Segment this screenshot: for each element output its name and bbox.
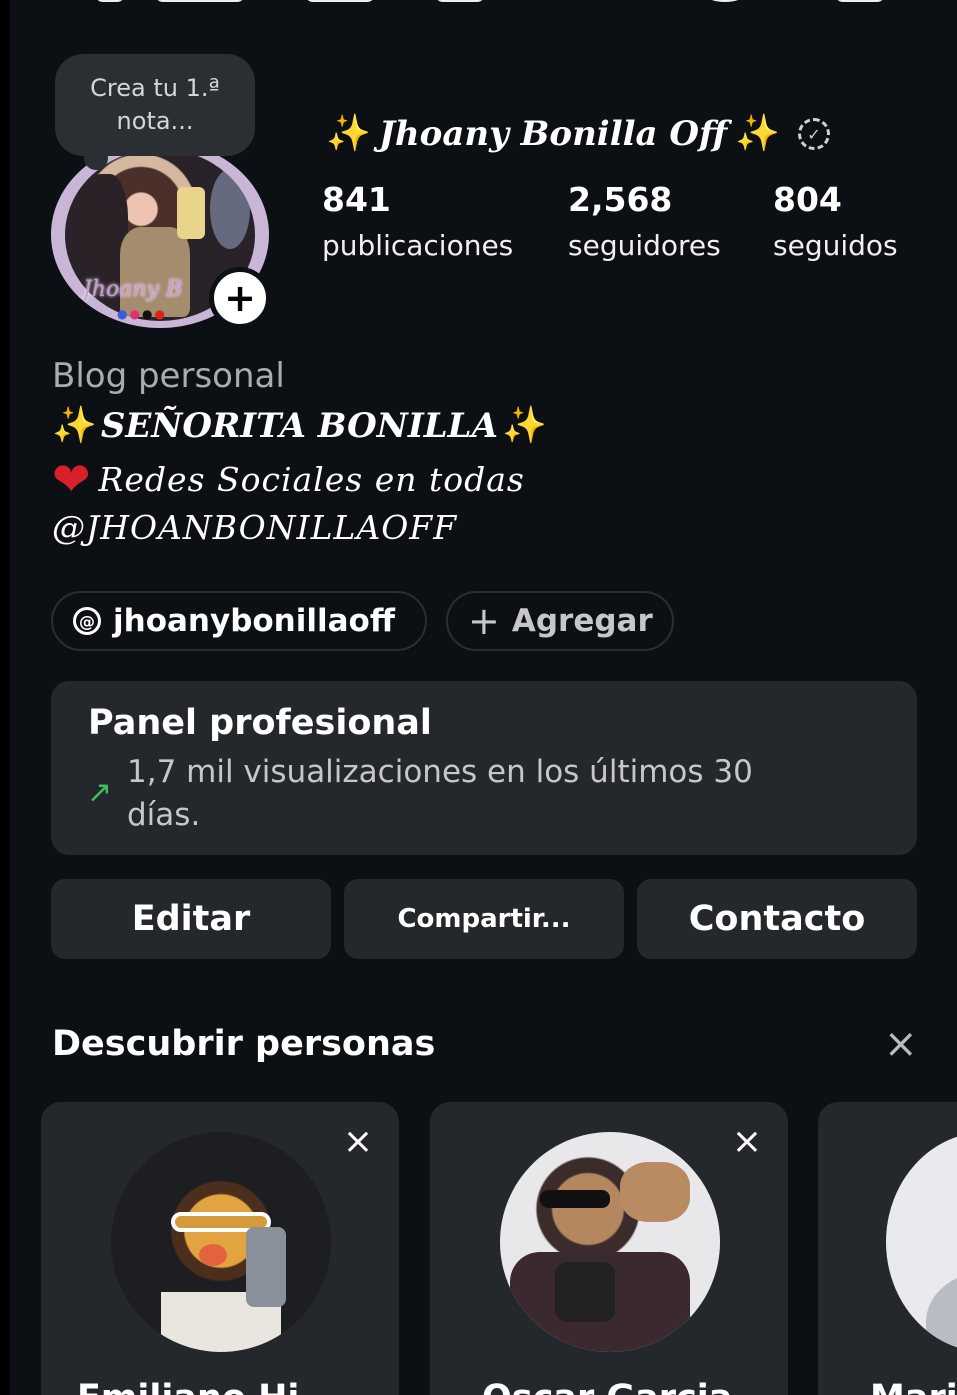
threads-icon: @: [73, 607, 101, 635]
stat-posts[interactable]: 841 publicaciones: [322, 176, 513, 268]
stat-followers-value: 2,568: [568, 180, 673, 219]
bio-line3: @JHOANBONILLAOFF: [52, 508, 458, 547]
suggestion-name: Mari...: [870, 1378, 957, 1395]
avatar-social-icons: ●●●●: [117, 307, 167, 321]
dashboard-title: Panel profesional: [88, 703, 432, 743]
stat-following-value: 804: [773, 180, 842, 219]
add-story-plus-icon[interactable]: +: [209, 267, 271, 329]
stat-followers-label: seguidores: [568, 229, 721, 262]
suggestion-name: Emiliano Hi...: [77, 1378, 339, 1395]
discover-people-title: Descubrir personas: [52, 1024, 436, 1064]
add-link-chip[interactable]: + Agregar: [446, 591, 674, 651]
threads-handle: jhoanybonillaoff: [113, 603, 395, 639]
threads-link-chip[interactable]: @ jhoanybonillaoff: [51, 591, 427, 651]
sparkle-icon: ✨: [735, 113, 780, 154]
add-link-label: Agregar: [511, 603, 653, 639]
note-line2: nota...: [116, 107, 194, 135]
avatar-signature: Jhoany B: [83, 277, 183, 302]
stat-following[interactable]: 804 seguidos: [773, 176, 898, 268]
note-bubble[interactable]: Crea tu 1.ª nota...: [55, 54, 255, 156]
professional-dashboard-card[interactable]: Panel profesional ↗ 1,7 mil visualizacio…: [51, 681, 917, 855]
dismiss-close-icon[interactable]: ×: [732, 1124, 762, 1160]
suggestion-avatar[interactable]: [500, 1132, 720, 1352]
verified-badge-icon[interactable]: ✓: [797, 118, 830, 150]
bio-line1-text: SEÑORITA BONILLA: [100, 406, 498, 446]
note-line1: Crea tu 1.ª: [90, 74, 220, 102]
stat-following-label: seguidos: [773, 229, 898, 262]
stat-posts-label: publicaciones: [322, 229, 514, 262]
bio-line2-text: Redes Sociales en todas: [98, 459, 525, 499]
top-header-cut: [95, 0, 885, 6]
dashboard-subtitle: 1,7 mil visualizaciones en los últimos 3…: [127, 754, 753, 833]
suggestion-card[interactable]: Mari...: [818, 1102, 957, 1395]
profile-page: Jhoany B ●●●● + Crea tu 1.ª nota... ✨ Jh…: [0, 0, 957, 1395]
sparkle-icon: ✨: [501, 405, 547, 446]
bio-line1: ✨ SEÑORITA BONILLA ✨: [52, 406, 547, 446]
share-profile-button[interactable]: Compartir...: [344, 879, 624, 959]
stat-followers[interactable]: 2,568 seguidores: [568, 176, 721, 268]
suggestion-card[interactable]: × Oscar Garcia: [430, 1102, 788, 1395]
edit-profile-button[interactable]: Editar: [51, 879, 331, 959]
suggestion-avatar-placeholder[interactable]: [886, 1132, 957, 1352]
bio-line2: ❤ Redes Sociales en todas: [52, 456, 525, 502]
suggestion-card[interactable]: × Emiliano Hi...: [41, 1102, 399, 1395]
profile-name: Jhoany Bonilla Off: [378, 114, 728, 154]
bio-category: Blog personal: [52, 356, 285, 396]
trend-arrow-icon: ↗: [87, 775, 113, 810]
dismiss-close-icon[interactable]: ×: [343, 1124, 373, 1160]
suggestion-name: Oscar Garcia: [482, 1378, 732, 1395]
heart-icon: ❤: [52, 452, 91, 506]
suggestion-avatar[interactable]: [111, 1132, 331, 1352]
contact-button[interactable]: Contacto: [637, 879, 917, 959]
sparkle-icon: ✨: [52, 405, 97, 446]
sparkle-icon: ✨: [326, 113, 371, 154]
plus-icon: +: [468, 599, 500, 643]
profile-name-row: ✨ Jhoany Bonilla Off ✨ ✓: [326, 108, 830, 160]
stat-posts-value: 841: [322, 180, 391, 219]
discover-close-icon[interactable]: ×: [884, 1024, 918, 1064]
left-edge: [0, 0, 10, 1395]
